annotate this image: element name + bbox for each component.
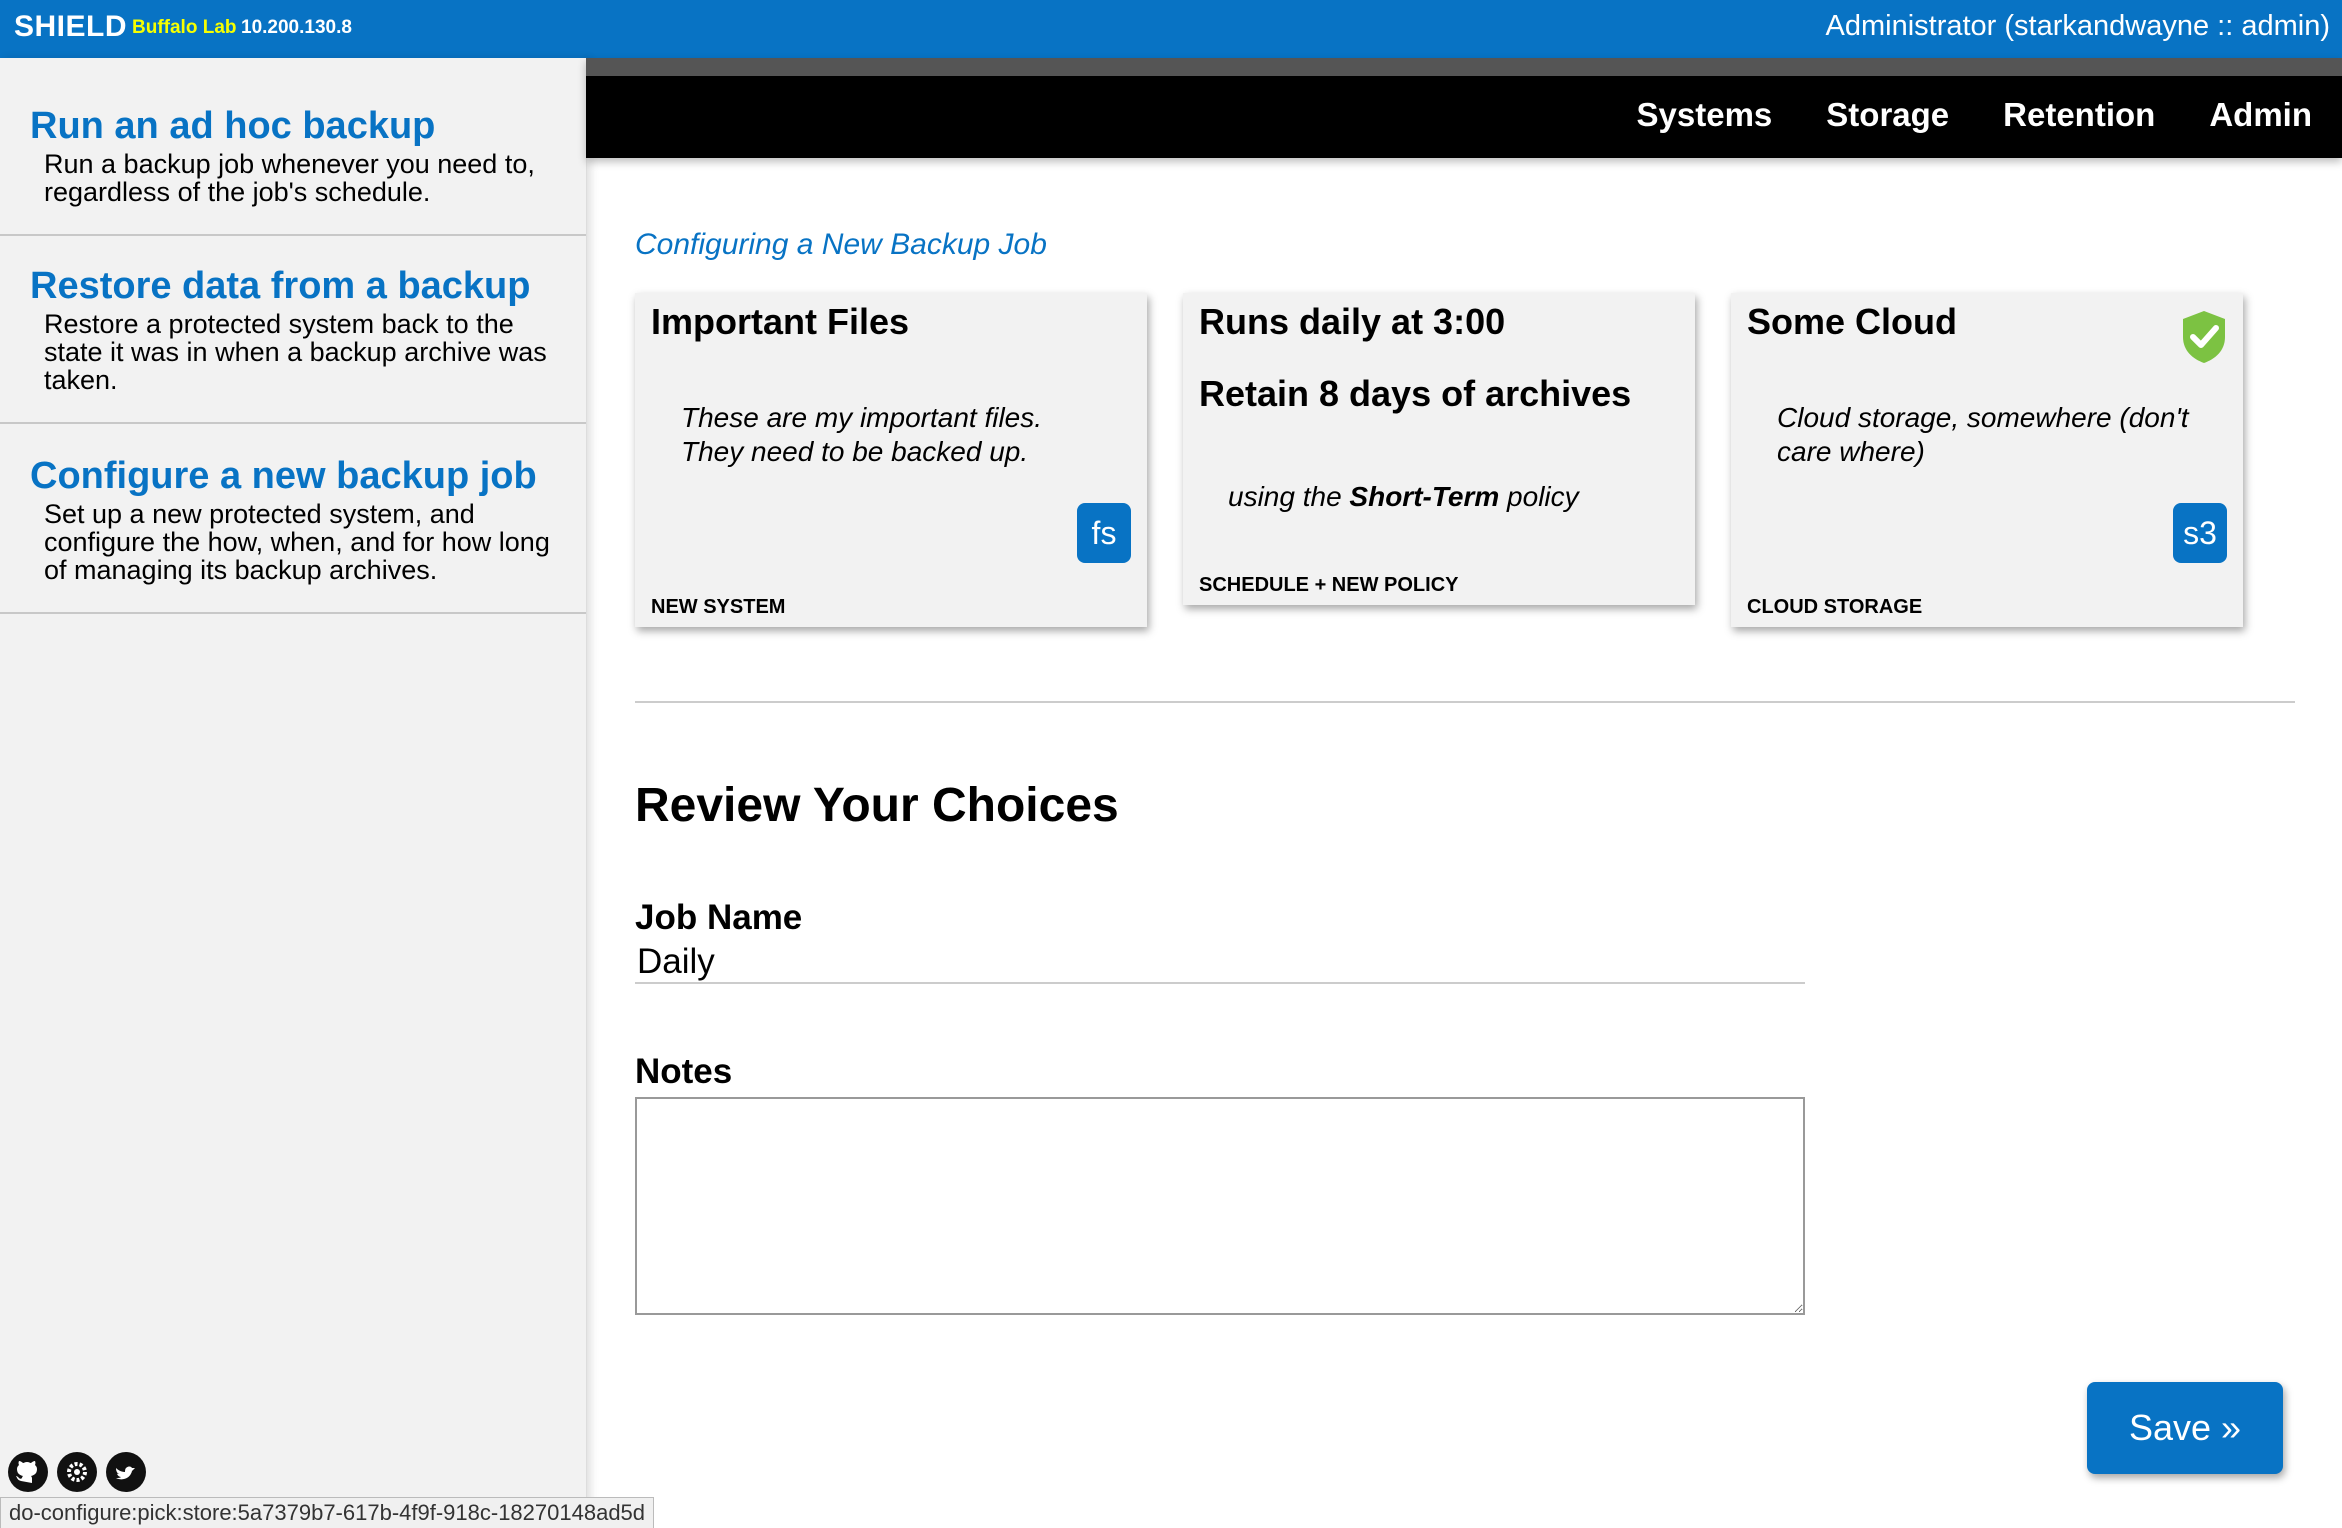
plugin-badge-s3: s3 (2173, 503, 2227, 563)
nav-retention[interactable]: Retention (2003, 96, 2155, 134)
settings-icon[interactable] (57, 1452, 97, 1492)
card-footer: CLOUD STORAGE (1747, 596, 1923, 618)
wizard-subtitle: Configuring a New Backup Job (635, 228, 1047, 261)
notes-textarea[interactable] (635, 1097, 1805, 1315)
browser-status-url: do-configure:pick:store:5a7379b7-617b-4f… (0, 1497, 655, 1528)
card-description: Cloud storage, somewhere (don't care whe… (1777, 401, 2189, 469)
card-title: Runs daily at 3:00 (1199, 301, 1506, 342)
nav-admin[interactable]: Admin (2209, 96, 2312, 134)
top-bar: SHIELD Buffalo Lab 10.200.130.8 Administ… (0, 0, 2342, 58)
plugin-badge-fs: fs (1077, 503, 1131, 563)
save-button[interactable]: Save » (2087, 1382, 2283, 1474)
card-description-line: These are my important files. (681, 402, 1043, 433)
sidebar-item-description: Restore a protected system back to the s… (44, 309, 547, 395)
app-brand[interactable]: SHIELD (14, 10, 127, 44)
environment-ip: 10.200.130.8 (241, 17, 352, 38)
sidebar-item-restore[interactable]: Restore data from a backup Restore a pro… (0, 236, 586, 424)
policy-name: Short-Term (1349, 481, 1500, 512)
user-menu[interactable]: Administrator (starkandwayne :: admin) (1826, 10, 2330, 43)
card-footer: SCHEDULE + NEW POLICY (1199, 574, 1459, 596)
job-name-label: Job Name (635, 898, 803, 937)
policy-prefix: using the (1228, 481, 1350, 512)
card-footer: NEW SYSTEM (651, 596, 786, 618)
card-description-line: They need to be backed up. (681, 436, 1029, 467)
environment-name: Buffalo Lab (132, 17, 237, 38)
sidebar-item-title[interactable]: Configure a new backup job (30, 456, 556, 496)
notes-label: Notes (635, 1052, 733, 1091)
review-heading: Review Your Choices (635, 779, 1119, 832)
card-description: These are my important files. They need … (681, 401, 1042, 469)
card-description-line: care where) (1777, 436, 1925, 467)
shield-check-icon (2179, 309, 2229, 370)
card-system[interactable]: Important Files These are my important f… (635, 293, 1147, 627)
github-icon[interactable] (8, 1452, 48, 1492)
sidebar: Run an ad hoc backup Run a backup job wh… (0, 58, 587, 1527)
sidebar-item-description: Run a backup job whenever you need to, r… (44, 149, 535, 207)
social-links (8, 1452, 146, 1492)
sidebar-item-configure-job[interactable]: Configure a new backup job Set up a new … (0, 424, 586, 614)
sidebar-item-description: Set up a new protected system, and confi… (44, 499, 550, 585)
main-nav: Systems Storage Retention Admin (586, 58, 2342, 158)
card-storage[interactable]: Some Cloud Cloud storage, somewhere (don… (1731, 293, 2243, 627)
card-description-line: Cloud storage, somewhere (don't (1777, 402, 2189, 433)
job-name-input[interactable] (635, 942, 1805, 984)
sidebar-item-title[interactable]: Restore data from a backup (30, 266, 556, 306)
policy-suffix: policy (1499, 481, 1579, 512)
card-policy: using the Short-Term policy (1228, 481, 1579, 513)
nav-storage[interactable]: Storage (1826, 96, 1949, 134)
twitter-icon[interactable] (106, 1452, 146, 1492)
sidebar-item-adhoc-backup[interactable]: Run an ad hoc backup Run a backup job wh… (0, 58, 586, 236)
sidebar-item-title[interactable]: Run an ad hoc backup (30, 106, 556, 146)
card-title: Some Cloud (1747, 301, 1958, 342)
section-divider (635, 701, 2295, 703)
card-schedule[interactable]: Runs daily at 3:00 Retain 8 days of arch… (1183, 293, 1695, 605)
card-title: Important Files (651, 301, 910, 342)
card-retention: Retain 8 days of archives (1199, 373, 1632, 414)
nav-systems[interactable]: Systems (1637, 96, 1773, 134)
